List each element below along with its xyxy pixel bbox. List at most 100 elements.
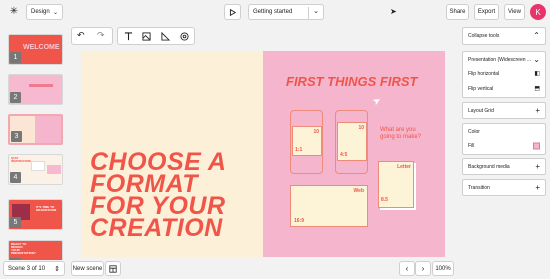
- card-ratio-bottom: 4:5: [340, 152, 348, 158]
- layout-grid-button[interactable]: Layout Grid +: [462, 102, 546, 119]
- getting-started-label: Getting started: [253, 9, 293, 15]
- slide-thumb-2[interactable]: 2: [8, 74, 63, 105]
- getting-started-dropdown[interactable]: Getting started ⌄: [248, 4, 324, 20]
- zoom-label: 100%: [435, 265, 451, 272]
- view-label: View: [508, 9, 521, 15]
- transition-button[interactable]: Transition +: [462, 179, 546, 196]
- fill-swatch[interactable]: [533, 142, 540, 150]
- scene-selector[interactable]: Scene 3 of 10 ⇕: [3, 261, 65, 276]
- slide-number: 1: [10, 52, 21, 63]
- avatar-initial: K: [535, 7, 541, 17]
- flip-vertical-label: Flip vertical: [468, 86, 494, 92]
- history-toolbar: ↶ ↷: [71, 27, 113, 45]
- collapse-tools-button[interactable]: Collapse tools ⌃: [462, 27, 546, 45]
- cursor-icon: ➤: [390, 7, 397, 16]
- chevron-left-icon: ‹: [405, 264, 409, 273]
- slide-thumb-4[interactable]: QUIZ INSPIRATION! 4: [8, 154, 63, 185]
- new-scene-button[interactable]: New scene: [71, 261, 104, 276]
- slide-thumb-3[interactable]: 3: [8, 114, 63, 145]
- slide-thumb-6[interactable]: READY TO DESIGN YOUR PRESENTATION? 6: [8, 240, 63, 260]
- flip-vertical-icon: ⬒: [534, 86, 540, 92]
- slide-thumb-title: QUIZ INSPIRATION!: [11, 156, 32, 163]
- slide-thumb-5[interactable]: IT'S TIME TO BRAINSTORM 5: [8, 199, 63, 230]
- export-button[interactable]: Export: [474, 4, 499, 20]
- format-card-web[interactable]: Web 16:9: [290, 185, 368, 227]
- format-card-letter[interactable]: Letter 8.5: [378, 161, 414, 208]
- slide-thumbnails: WELCOME 1 2 3 QUIZ INSPIRATION! 4 IT'S T…: [0, 28, 66, 260]
- play-button[interactable]: [224, 4, 241, 20]
- plus-icon: +: [535, 105, 540, 115]
- card-ratio-top: Web: [353, 188, 364, 194]
- card-ratio-bottom: 8.5: [381, 197, 388, 203]
- slide-thumb-title: IT'S TIME TO BRAINSTORM: [36, 205, 57, 212]
- card-ratio-top: 10: [358, 125, 364, 131]
- chevron-up-icon: ⌃: [533, 31, 540, 40]
- format-label: Presentation (Widescreen ...: [468, 56, 532, 63]
- undo-icon[interactable]: ↶: [77, 30, 85, 41]
- fill-row[interactable]: Fill: [462, 138, 546, 155]
- top-bar: ✳ Design ⌄ Getting started ⌄ ➤ Share Exp…: [0, 0, 550, 24]
- slide-left-heading[interactable]: CHOOSE A FORMAT FOR YOUR CREATION: [90, 150, 240, 241]
- slide-number: 6: [10, 258, 21, 260]
- previous-scene-button[interactable]: ‹: [399, 261, 415, 276]
- plus-icon: +: [535, 161, 540, 171]
- slide-right-heading[interactable]: FIRST THINGS FIRST: [286, 74, 436, 89]
- slide-thumb-title: READY TO DESIGN YOUR PRESENTATION?: [11, 242, 36, 255]
- slide-number: 2: [10, 92, 21, 103]
- chevron-right-icon: ›: [421, 264, 425, 273]
- background-media-label: Background media: [468, 163, 510, 170]
- text-icon[interactable]: [124, 32, 133, 41]
- slide-thumb-title: WELCOME: [23, 44, 60, 51]
- slide-thumb-pink-half: [35, 116, 61, 143]
- scene-label: Scene 3 of 10: [8, 265, 46, 272]
- sparkle-icon[interactable]: ✳: [8, 6, 20, 18]
- layout-grid-label: Layout Grid: [468, 107, 494, 114]
- export-label: Export: [477, 9, 496, 15]
- redo-icon[interactable]: ↷: [97, 30, 105, 41]
- collapse-tools-label: Collapse tools: [468, 33, 500, 39]
- slide-canvas[interactable]: CHOOSE A FORMAT FOR YOUR CREATION FIRST …: [81, 51, 445, 257]
- design-menu-button[interactable]: Design ⌄: [26, 4, 63, 20]
- layout-icon: [109, 264, 117, 273]
- color-label: Color: [468, 128, 480, 135]
- background-media-button[interactable]: Background media +: [462, 158, 546, 175]
- format-card-4-5[interactable]: 10 4:5: [337, 122, 367, 161]
- slide-question[interactable]: What are you going to make?: [380, 127, 430, 141]
- chevron-down-icon: ⌄: [533, 54, 540, 64]
- slide-thumb-1[interactable]: WELCOME 1: [8, 34, 63, 65]
- zoom-level[interactable]: 100%: [432, 261, 454, 276]
- format-card-1-1[interactable]: 10 1:1: [292, 126, 322, 156]
- plus-icon: +: [535, 182, 540, 192]
- insert-toolbar: [117, 27, 195, 45]
- card-ratio-bottom: 1:1: [295, 147, 303, 153]
- new-scene-label: New scene: [72, 265, 103, 272]
- slide-number: 4: [10, 172, 21, 183]
- design-label: Design: [31, 9, 50, 15]
- card-ratio-top: Letter: [397, 164, 411, 170]
- slide-thumb-card: [31, 161, 45, 171]
- chevron-down-icon: ⌄: [52, 9, 58, 16]
- slide-thumb-pink-block: [47, 165, 61, 174]
- slide-number: 5: [10, 217, 21, 228]
- card-ratio-top: 10: [313, 129, 319, 135]
- shape-icon[interactable]: [161, 32, 170, 41]
- fill-label: Fill: [468, 143, 475, 149]
- image-icon[interactable]: [142, 32, 151, 41]
- sticker-icon[interactable]: [180, 32, 189, 41]
- slide-thumb-text-bar: [29, 84, 53, 87]
- slide-number: 3: [11, 131, 22, 142]
- share-label: Share: [449, 9, 466, 15]
- card-ratio-bottom: 16:9: [294, 218, 305, 224]
- next-scene-button[interactable]: ›: [415, 261, 431, 276]
- scene-layout-button[interactable]: [105, 261, 121, 276]
- avatar[interactable]: K: [530, 4, 546, 20]
- up-down-icon: ⇕: [54, 265, 60, 273]
- chevron-down-icon: ⌄: [308, 7, 319, 19]
- flip-horizontal-label: Flip horizontal: [468, 71, 500, 77]
- flip-horizontal-icon: ◧: [534, 71, 540, 77]
- flip-vertical-button[interactable]: Flip vertical ⬒: [462, 81, 546, 98]
- play-icon: [229, 8, 236, 16]
- share-button[interactable]: Share: [446, 4, 469, 20]
- transition-label: Transition: [468, 184, 490, 191]
- view-button[interactable]: View: [504, 4, 525, 20]
